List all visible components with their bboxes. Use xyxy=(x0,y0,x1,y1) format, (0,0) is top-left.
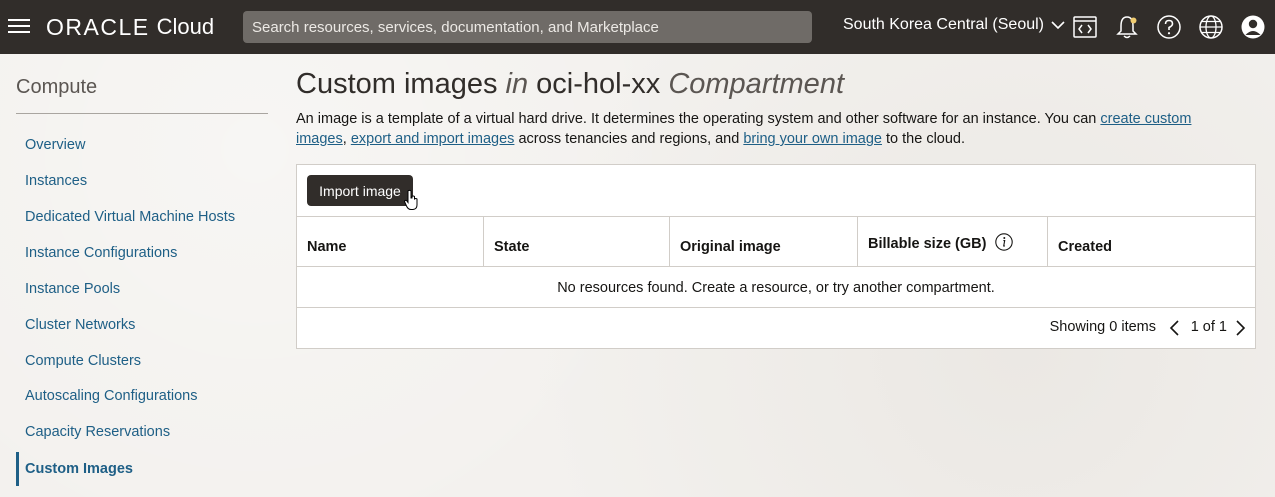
help-icon[interactable] xyxy=(1156,14,1182,40)
product-name: Cloud xyxy=(156,14,215,39)
sidebar-item-cluster-networks[interactable]: Cluster Networks xyxy=(25,317,135,333)
export-import-images-link[interactable]: export and import images xyxy=(351,131,515,147)
brand-name: ORACLE xyxy=(46,13,150,40)
sidebar-item-dedicated-vm-hosts[interactable]: Dedicated Virtual Machine Hosts xyxy=(25,209,235,225)
billable-size-label[interactable]: Billable size (GB) xyxy=(868,236,986,252)
menu-icon[interactable] xyxy=(6,15,32,39)
column-header-original-image[interactable]: Original image xyxy=(670,217,858,266)
images-table-panel: Import image Name State Original image B… xyxy=(296,164,1256,349)
sidebar-item-custom-images[interactable]: Custom Images xyxy=(25,461,133,477)
page-title: Custom images in oci-hol-xx Compartment xyxy=(296,68,844,101)
column-header-name[interactable]: Name xyxy=(297,217,484,266)
bring-your-own-image-link[interactable]: bring your own image xyxy=(743,131,882,147)
chevron-right-icon[interactable] xyxy=(1233,319,1247,337)
desc-text-3: across tenancies and regions, and xyxy=(514,131,744,147)
oracle-cloud-logo[interactable]: ORACLE Cloud xyxy=(46,12,214,42)
table-footer: Showing 0 items 1 of 1 xyxy=(297,308,1255,348)
page-description: An image is a template of a virtual hard… xyxy=(296,109,1241,149)
sidebar: Compute Overview Instances Dedicated Vir… xyxy=(0,54,280,497)
region-label: South Korea Central (Seoul) xyxy=(843,16,1044,33)
sidebar-item-capacity-reservations[interactable]: Capacity Reservations xyxy=(25,424,170,440)
table-header: Name State Original image Billable size … xyxy=(297,216,1255,267)
import-image-button[interactable]: Import image xyxy=(307,175,413,206)
sidebar-title: Compute xyxy=(16,76,98,98)
info-icon[interactable] xyxy=(995,233,1014,251)
column-header-state[interactable]: State xyxy=(484,217,670,266)
top-header: ORACLE Cloud South Korea Central (Seoul) xyxy=(0,0,1275,54)
active-indicator xyxy=(16,452,19,486)
sidebar-item-overview[interactable]: Overview xyxy=(25,137,85,153)
title-in: in xyxy=(505,68,529,100)
search-input[interactable] xyxy=(243,11,812,43)
item-count: Showing 0 items xyxy=(1049,319,1156,335)
user-icon[interactable] xyxy=(1240,14,1266,40)
desc-text-1: An image is a template of a virtual hard… xyxy=(296,111,1101,127)
region-selector[interactable]: South Korea Central (Seoul) xyxy=(843,16,1065,34)
page-indicator: 1 of 1 xyxy=(1190,319,1227,335)
title-compartment: oci-hol-xx xyxy=(536,68,661,100)
column-header-created[interactable]: Created xyxy=(1048,217,1255,266)
code-editor-icon[interactable] xyxy=(1072,14,1098,40)
sidebar-item-instance-pools[interactable]: Instance Pools xyxy=(25,281,120,297)
chevron-down-icon xyxy=(1051,21,1065,30)
sidebar-item-instances[interactable]: Instances xyxy=(25,173,87,189)
divider xyxy=(16,113,268,114)
bell-icon[interactable] xyxy=(1114,14,1140,40)
desc-text-4: to the cloud. xyxy=(881,131,966,147)
sidebar-item-compute-clusters[interactable]: Compute Clusters xyxy=(25,353,141,369)
desc-text-2: , xyxy=(342,131,351,147)
mouse-pointer-icon xyxy=(403,189,418,210)
column-header-billable-size: Billable size (GB) xyxy=(858,217,1048,266)
title-suffix: Compartment xyxy=(668,68,844,100)
chevron-left-icon[interactable] xyxy=(1168,319,1182,337)
sidebar-item-instance-configurations[interactable]: Instance Configurations xyxy=(25,245,177,261)
sidebar-item-autoscaling-configurations[interactable]: Autoscaling Configurations xyxy=(25,388,198,404)
title-main: Custom images xyxy=(296,68,498,100)
empty-state-message: No resources found. Create a resource, o… xyxy=(297,267,1255,308)
globe-icon[interactable] xyxy=(1198,14,1224,40)
